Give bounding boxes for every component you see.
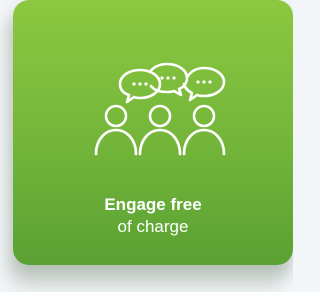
page: Engage free of charge: [0, 0, 293, 292]
engage-card[interactable]: Engage free of charge: [13, 0, 293, 265]
card-title: Engage free: [104, 195, 202, 214]
card-subtitle: of charge: [117, 217, 189, 236]
card-text: Engage free of charge: [13, 194, 293, 238]
people-chat-icon: [90, 60, 230, 164]
